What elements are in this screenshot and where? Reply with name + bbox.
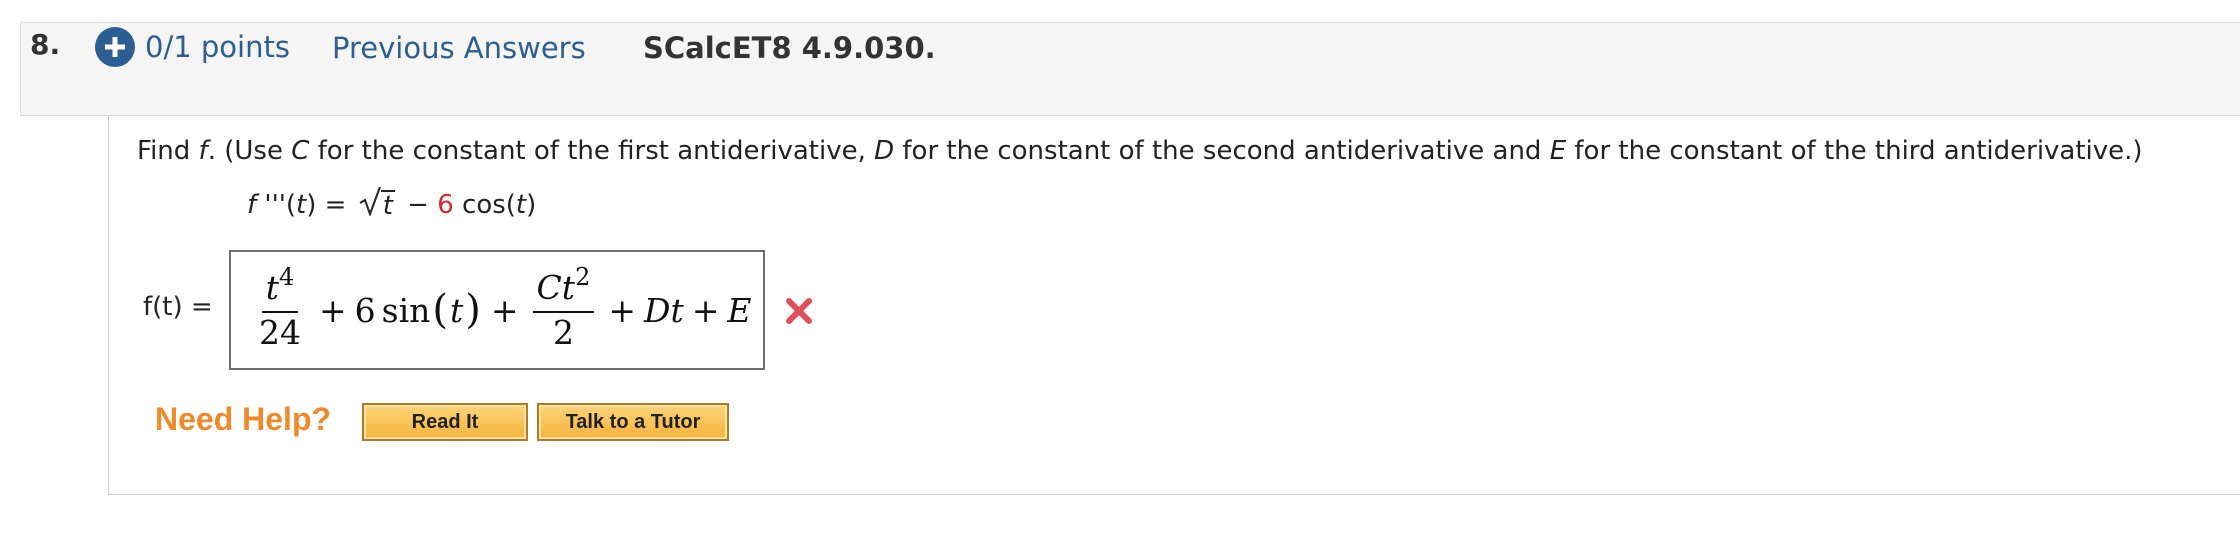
instruction-text: for the constant of the second antideriv… [894,136,1550,166]
given-equals: ) = [306,190,355,220]
given-cos-close: ) [526,190,537,220]
fraction-ct2-over-2: Ct2 2 [532,263,595,353]
left-paren: ( [432,287,449,333]
points-toggle-button[interactable]: 0/1 points [95,27,290,67]
var-c: C [536,267,562,307]
instruction-var-f: f [198,136,208,166]
answer-label: f(t) = [143,292,213,322]
right-paren: ) [465,287,481,333]
coefficient: 6 [354,290,376,330]
exponent: 4 [278,262,295,291]
incorrect-x-icon [786,298,812,324]
answer-expression: t4 24 + 6 sin ( t ) + Ct2 2 + D t + E [249,262,751,358]
var-t: t [265,267,279,307]
fraction-numerator: Ct2 [532,263,595,313]
var-t: t [450,290,464,330]
plus-sign: + [608,290,636,330]
given-cos-t: t [515,190,527,220]
instruction-text: for the constant of the first antideriva… [309,136,875,166]
read-it-button[interactable]: Read It [362,403,528,441]
instruction-var-c: C [291,136,310,166]
question-number: 8. [30,28,61,61]
instruction-text: for the constant of the third antideriva… [1566,136,2143,166]
given-primes: '''( [256,190,297,220]
fraction-numerator: t4 [261,263,299,313]
given-coefficient: 6 [437,190,454,220]
var-t: t [561,267,576,307]
plus-sign: + [490,290,519,330]
exponent: 2 [575,262,591,291]
square-root: t [359,186,395,221]
sqrt-argument: t [380,190,395,221]
var-t: t [670,290,684,330]
given-equation: f '''( t ) = t − 6 cos( t ) [247,186,537,221]
instruction-text: . (Use [207,136,292,166]
var-e: E [727,290,752,330]
given-t: t [296,190,307,220]
points-label[interactable]: 0/1 points [145,30,290,64]
instruction-text: Find [137,136,199,166]
fraction-denominator: 24 [259,312,301,352]
plus-sign: + [691,290,720,330]
previous-answers-link[interactable]: Previous Answers [332,31,586,65]
fraction-t4-over-24: t4 24 [255,263,305,353]
instruction-var-d: D [874,136,895,166]
plus-circle-icon[interactable] [95,27,135,67]
given-cos: cos( [453,190,516,220]
question-instruction: Find f. (Use C for the constant of the f… [137,136,2143,166]
fraction-denominator: 2 [552,312,574,352]
square-root-icon [359,186,381,216]
given-minus: − [398,190,438,220]
var-d: D [644,290,671,330]
answer-input[interactable]: t4 24 + 6 sin ( t ) + Ct2 2 + D t + E [229,250,765,370]
sin-function: sin [381,290,431,330]
talk-to-tutor-button[interactable]: Talk to a Tutor [537,403,729,441]
instruction-var-e: E [1549,136,1567,166]
question-source: SCalcET8 4.9.030. [643,31,936,65]
plus-sign: + [319,290,347,330]
need-help-heading: Need Help? [155,401,332,437]
given-f: f [247,190,257,220]
